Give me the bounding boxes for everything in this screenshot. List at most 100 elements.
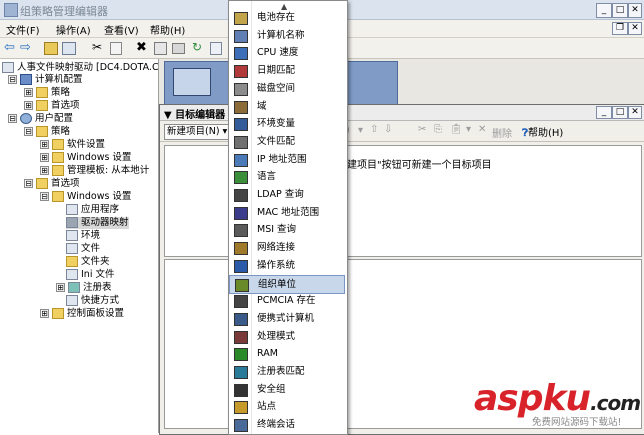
menu-item-4[interactable]: 磁盘空间 bbox=[229, 80, 345, 97]
menu-item-23[interactable]: 终端会话 bbox=[229, 416, 345, 433]
tree-item-registry[interactable]: ⊞ 注册表 bbox=[56, 282, 112, 294]
tree-item-shortcuts[interactable]: 快捷方式 bbox=[66, 295, 119, 307]
collapse-icon[interactable]: ⊟ bbox=[24, 179, 33, 188]
tree-item-policies[interactable]: ⊞ 策略 bbox=[24, 87, 70, 99]
menu-file[interactable]: 文件(F) bbox=[6, 22, 40, 37]
menu-item-label: IP 地址范围 bbox=[257, 153, 307, 165]
expand-icon[interactable]: ⊞ bbox=[56, 283, 65, 292]
menu-item-11[interactable]: MAC 地址范围 bbox=[229, 204, 345, 221]
paste-icon[interactable]: 📋︎ bbox=[450, 124, 463, 135]
mdi-close-button[interactable]: ✕ bbox=[628, 22, 642, 35]
expand-icon[interactable]: ⊞ bbox=[24, 101, 33, 110]
menu-item-14[interactable]: 操作系统 bbox=[229, 257, 345, 274]
minimize-button[interactable]: _ bbox=[596, 3, 612, 18]
refresh-icon[interactable]: ↻ bbox=[192, 40, 207, 55]
cut-icon[interactable]: ✂ bbox=[418, 124, 426, 135]
collapse-icon[interactable]: ⊟ bbox=[8, 75, 17, 84]
menu-item-15[interactable]: 组织单位 bbox=[229, 274, 345, 294]
maximize-button[interactable]: □ bbox=[612, 3, 628, 18]
close-button[interactable]: ✕ bbox=[628, 3, 642, 18]
menu-item-22[interactable]: 站点 bbox=[229, 398, 345, 415]
tree-item-pref-windows-settings[interactable]: ⊟ Windows 设置 bbox=[40, 191, 131, 203]
forward-icon[interactable]: ⇨ bbox=[20, 40, 35, 55]
menu-item-12[interactable]: MSI 查询 bbox=[229, 221, 345, 238]
copy-icon[interactable]: ⎘ bbox=[434, 124, 442, 135]
new-item-button[interactable]: 新建项目(N) ▾ bbox=[164, 124, 236, 140]
collapse-icon[interactable]: ⊟ bbox=[40, 192, 49, 201]
menu-view[interactable]: 查看(V) bbox=[104, 22, 139, 37]
help-button[interactable]: ❓︎帮助(H) bbox=[522, 124, 563, 139]
menu-item-label: 组织单位 bbox=[258, 278, 297, 290]
menu-item-19[interactable]: RAM bbox=[229, 345, 345, 362]
export-icon[interactable] bbox=[210, 42, 222, 55]
back-icon[interactable]: ⇦ bbox=[4, 40, 19, 55]
menu-item-8[interactable]: IP 地址范围 bbox=[229, 151, 345, 168]
menu-item-0[interactable]: 电池存在 bbox=[229, 9, 345, 26]
menu-item-3[interactable]: 日期匹配 bbox=[229, 62, 345, 79]
menu-item-17[interactable]: 便携式计算机 bbox=[229, 310, 345, 327]
mdi-restore-button[interactable]: ❐ bbox=[612, 22, 628, 35]
menu-item-6[interactable]: 环境变量 bbox=[229, 115, 345, 132]
menu-item-label: CPU 速度 bbox=[257, 47, 299, 59]
shortcut-icon bbox=[66, 295, 78, 306]
msi-icon bbox=[234, 224, 248, 238]
menu-item-18[interactable]: 处理模式 bbox=[229, 328, 345, 345]
tree-item-computer-config[interactable]: ⊟ 计算机配置 bbox=[8, 74, 83, 86]
menu-item-13[interactable]: 网络连接 bbox=[229, 239, 345, 256]
expand-icon[interactable]: ⊞ bbox=[40, 309, 49, 318]
delete-button[interactable]: 删除 bbox=[492, 125, 512, 140]
delete-icon[interactable]: ✖ bbox=[136, 40, 151, 55]
copy-icon[interactable] bbox=[110, 42, 122, 55]
collapse-icon[interactable]: ⊟ bbox=[8, 114, 17, 123]
menu-item-10[interactable]: LDAP 查询 bbox=[229, 186, 345, 203]
properties-icon[interactable] bbox=[154, 42, 167, 55]
tree-item-windows-settings[interactable]: ⊞ Windows 设置 bbox=[40, 152, 131, 164]
tree-item-folders[interactable]: 文件夹 bbox=[66, 256, 110, 268]
move-up-icon[interactable]: ⇧ bbox=[370, 124, 378, 135]
tree-item-environment[interactable]: 环境 bbox=[66, 230, 100, 242]
menu-item-1[interactable]: 计算机名称 bbox=[229, 27, 345, 44]
tree-root[interactable]: 人事文件映射驱动 [DC4.DOTA.C bbox=[2, 62, 158, 74]
delete-icon[interactable]: ✕ bbox=[478, 124, 486, 135]
tree-item-preferences[interactable]: ⊞ 首选项 bbox=[24, 100, 80, 112]
registry-icon bbox=[68, 282, 80, 293]
editor-close-button[interactable]: ✕ bbox=[628, 106, 642, 119]
move-down-icon[interactable]: ⇩ bbox=[384, 124, 392, 135]
expand-icon[interactable]: ⊞ bbox=[40, 153, 49, 162]
menu-item-20[interactable]: 注册表匹配 bbox=[229, 363, 345, 380]
collapse-icon[interactable]: ⊟ bbox=[24, 127, 33, 136]
menu-action[interactable]: 操作(A) bbox=[56, 22, 91, 37]
expand-icon[interactable]: ⊞ bbox=[40, 166, 49, 175]
tree-item-files[interactable]: 文件 bbox=[66, 243, 100, 255]
logic-dropdown[interactable]: ▾ bbox=[358, 125, 363, 136]
tree-item-applications[interactable]: 应用程序 bbox=[66, 204, 119, 216]
os-icon bbox=[234, 259, 248, 273]
computer-icon bbox=[20, 74, 32, 85]
show-tree-icon[interactable] bbox=[62, 42, 76, 55]
tree-item-drive-maps[interactable]: 驱动器映射 bbox=[66, 217, 129, 229]
tree-item-admin-templates[interactable]: ⊞ 管理模板: 从本地计 bbox=[40, 165, 149, 177]
expand-icon[interactable]: ⊞ bbox=[40, 140, 49, 149]
menu-item-label: 操作系统 bbox=[257, 259, 296, 271]
paste-dropdown[interactable]: ▾ bbox=[466, 124, 471, 135]
menu-item-9[interactable]: 语言 bbox=[229, 168, 345, 185]
editor-maximize-button[interactable]: □ bbox=[612, 106, 628, 119]
tree-item-user-policies[interactable]: ⊟ 策略 bbox=[24, 126, 70, 138]
menu-item-2[interactable]: CPU 速度 bbox=[229, 44, 345, 61]
tree-item-control-panel[interactable]: ⊞ 控制面板设置 bbox=[40, 308, 124, 320]
menu-item-5[interactable]: 域 bbox=[229, 98, 345, 115]
up-folder-icon[interactable] bbox=[44, 42, 58, 55]
cut-icon[interactable]: ✂ bbox=[92, 40, 107, 55]
expand-icon[interactable]: ⊞ bbox=[24, 88, 33, 97]
menu-help[interactable]: 帮助(H) bbox=[150, 22, 185, 37]
menu-item-16[interactable]: PCMCIA 存在 bbox=[229, 292, 345, 309]
tree-item-user-preferences[interactable]: ⊟ 首选项 bbox=[24, 178, 80, 190]
menu-item-7[interactable]: 文件匹配 bbox=[229, 133, 345, 150]
editor-minimize-button[interactable]: _ bbox=[596, 106, 612, 119]
menu-item-21[interactable]: 安全组 bbox=[229, 381, 345, 398]
print-icon[interactable] bbox=[172, 43, 185, 54]
menu-item-label: RAM bbox=[257, 348, 278, 360]
tree-item-ini-files[interactable]: Ini 文件 bbox=[66, 269, 114, 281]
tree-item-software-settings[interactable]: ⊞ 软件设置 bbox=[40, 139, 105, 151]
tree-item-user-config[interactable]: ⊟ 用户配置 bbox=[8, 113, 73, 125]
